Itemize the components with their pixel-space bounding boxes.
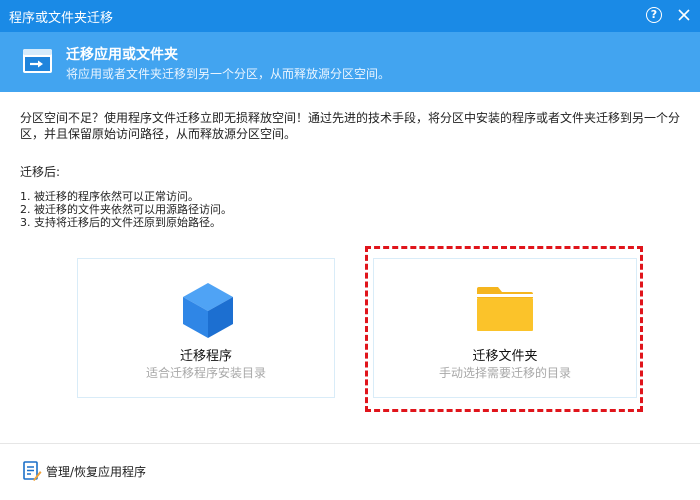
app-move-icon [23, 49, 52, 73]
manage-restore-link[interactable]: 管理/恢复应用程序 [22, 460, 146, 482]
card-subtitle: 手动选择需要迁移的目录 [438, 366, 571, 380]
header-banner: 迁移应用或文件夹 将应用或者文件夹迁移到另一个分区，从而释放源分区空间。 [0, 32, 700, 92]
list-item: 3. 支持将迁移后的文件还原到原始路径。 [20, 216, 221, 229]
window-title: 程序或文件夹迁移 [9, 11, 114, 26]
help-button[interactable]: ? [646, 7, 662, 23]
header-subtitle: 将应用或者文件夹迁移到另一个分区，从而释放源分区空间。 [66, 67, 391, 81]
card-title: 迁移文件夹 [472, 349, 538, 364]
list-item: 2. 被迁移的文件夹依然可以用源路径访问。 [20, 203, 232, 216]
folder-icon [477, 287, 533, 331]
card-subtitle: 适合迁移程序安装目录 [145, 366, 266, 380]
header-title: 迁移应用或文件夹 [66, 47, 178, 63]
cube-icon [183, 283, 233, 338]
manage-list-icon [23, 461, 42, 481]
card-title: 迁移程序 [179, 349, 232, 364]
migrate-folder-card[interactable]: 迁移文件夹 手动选择需要迁移的目录 [373, 258, 637, 398]
manage-restore-label: 管理/恢复应用程序 [46, 464, 147, 479]
footer-divider [0, 443, 700, 444]
intro-text: 分区空间不足？使用程序文件迁移立即无损释放空间！通过先进的技术手段，将分区中安装… [20, 111, 681, 141]
migrate-programs-card[interactable]: 迁移程序 适合迁移程序安装目录 [77, 258, 335, 398]
after-migration-label: 迁移后: [20, 165, 61, 179]
list-item: 1. 被迁移的程序依然可以正常访问。 [20, 190, 199, 203]
app-move-window: 程序或文件夹迁移 ? 迁移应用或文件夹 将应用或者文件夹迁移到另一个分区，从而释… [0, 0, 700, 500]
close-button[interactable] [674, 5, 694, 25]
title-bar: 程序或文件夹迁移 ? [0, 0, 700, 32]
after-migration-list: 1. 被迁移的程序依然可以正常访问。 2. 被迁移的文件夹依然可以用源路径访问。… [20, 190, 232, 229]
close-icon [678, 9, 690, 21]
